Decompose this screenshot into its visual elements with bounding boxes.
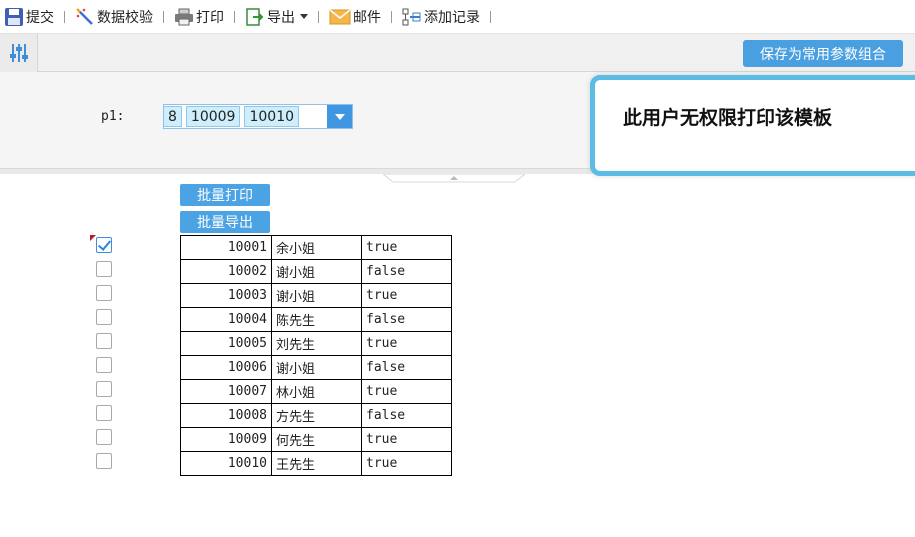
flag-cell: true: [361, 379, 452, 404]
parameter-panel-toggle[interactable]: [0, 34, 38, 72]
row-checkbox[interactable]: [96, 453, 112, 469]
name-cell: 刘先生: [271, 331, 362, 356]
printer-icon: [175, 8, 193, 25]
name-cell: 林小姐: [271, 379, 362, 404]
separator: [490, 10, 491, 23]
mail-button[interactable]: 邮件: [327, 0, 383, 34]
chevron-down-icon: [334, 113, 345, 120]
id-cell: 10007: [180, 379, 272, 404]
row-checkbox[interactable]: [96, 261, 112, 277]
separator: [163, 10, 164, 23]
table-row: 10005 刘先生 true: [180, 331, 452, 356]
add-record-icon: [402, 8, 421, 25]
selected-tag[interactable]: 10010: [244, 106, 300, 127]
flag-cell: false: [361, 307, 452, 332]
table-row: 10006 谢小姐 false: [180, 355, 452, 380]
table-row: 10004 陈先生 false: [180, 307, 452, 332]
table-row: 10007 林小姐 true: [180, 379, 452, 404]
name-cell: 谢小姐: [271, 355, 362, 380]
submit-label: 提交: [26, 9, 54, 26]
p1-selected-tags: 8 10009 10010: [164, 105, 303, 128]
validate-label: 数据校验: [97, 9, 153, 26]
row-checkbox[interactable]: [96, 405, 112, 421]
id-cell: 10008: [180, 403, 272, 428]
print-label: 打印: [196, 9, 224, 26]
submit-button[interactable]: 提交: [2, 0, 56, 34]
collapse-panel-handle[interactable]: [383, 174, 525, 183]
table-row: 10010 王先生 true: [180, 451, 452, 476]
row-checkbox[interactable]: [96, 309, 112, 325]
name-cell: 陈先生: [271, 307, 362, 332]
mail-icon: [329, 8, 351, 24]
row-checkbox[interactable]: [96, 237, 112, 253]
flag-cell: true: [361, 331, 452, 356]
table-row: 10003 谢小姐 true: [180, 283, 452, 308]
selected-tag[interactable]: 10009: [185, 106, 241, 127]
selected-tag[interactable]: 8: [164, 106, 182, 127]
validate-button[interactable]: 数据校验: [73, 0, 155, 34]
add-record-button[interactable]: 添加记录: [400, 0, 482, 34]
flag-cell: false: [361, 403, 452, 428]
separator: [318, 10, 319, 23]
separator: [234, 10, 235, 23]
p1-combobox[interactable]: 8 10009 10010: [163, 104, 353, 129]
add-record-label: 添加记录: [424, 9, 480, 26]
flag-cell: true: [361, 283, 452, 308]
toolbar: 提交 数据校验 打印 导出 邮件 添加记录: [0, 0, 915, 34]
flag-cell: true: [361, 451, 452, 476]
id-cell: 10005: [180, 331, 272, 356]
table-row: 10001 余小姐 true: [180, 235, 452, 260]
mail-label: 邮件: [353, 9, 381, 26]
name-cell: 谢小姐: [271, 283, 362, 308]
data-table: 10001 余小姐 true 10002 谢小姐 false 10003 谢小姐 true 100…: [180, 235, 452, 476]
name-cell: 方先生: [271, 403, 362, 428]
magic-wand-icon: [76, 7, 93, 25]
chevron-down-icon: [300, 14, 308, 19]
table-row: 10008 方先生 false: [180, 403, 452, 428]
separator: [64, 10, 65, 23]
row-checkbox[interactable]: [96, 333, 112, 349]
sliders-icon: [9, 44, 28, 62]
row-checkbox[interactable]: [96, 429, 112, 445]
export-label: 导出: [267, 9, 295, 26]
table-row: 10002 谢小姐 false: [180, 259, 452, 284]
flag-cell: true: [361, 235, 452, 260]
flag-cell: true: [361, 427, 452, 452]
toast-message: 此用户无权限打印该模板: [623, 107, 833, 129]
flag-cell: false: [361, 355, 452, 380]
row-checkbox[interactable]: [96, 381, 112, 397]
name-cell: 何先生: [271, 427, 362, 452]
id-cell: 10001: [180, 235, 272, 260]
name-cell: 余小姐: [271, 235, 362, 260]
table-row: 10009 何先生 true: [180, 427, 452, 452]
id-cell: 10009: [180, 427, 272, 452]
print-button[interactable]: 打印: [172, 0, 226, 34]
name-cell: 王先生: [271, 451, 362, 476]
save-param-combo-button[interactable]: 保存为常用参数组合: [743, 40, 903, 67]
id-cell: 10003: [180, 283, 272, 308]
name-cell: 谢小姐: [271, 259, 362, 284]
row-checkbox[interactable]: [96, 285, 112, 301]
id-cell: 10010: [180, 451, 272, 476]
id-cell: 10004: [180, 307, 272, 332]
parameter-bar: 保存为常用参数组合: [0, 34, 915, 72]
id-cell: 10006: [180, 355, 272, 380]
batch-print-button[interactable]: 批量打印: [180, 184, 270, 206]
save-icon: [5, 7, 23, 26]
separator: [391, 10, 392, 23]
dropdown-arrow-button[interactable]: [327, 105, 352, 128]
id-cell: 10002: [180, 259, 272, 284]
export-button[interactable]: 导出: [243, 0, 310, 34]
flag-cell: false: [361, 259, 452, 284]
export-icon: [246, 7, 264, 26]
row-checkbox[interactable]: [96, 357, 112, 373]
batch-export-button[interactable]: 批量导出: [180, 211, 270, 233]
permission-toast: 此用户无权限打印该模板: [590, 75, 915, 176]
p1-label: p1:: [101, 109, 125, 124]
